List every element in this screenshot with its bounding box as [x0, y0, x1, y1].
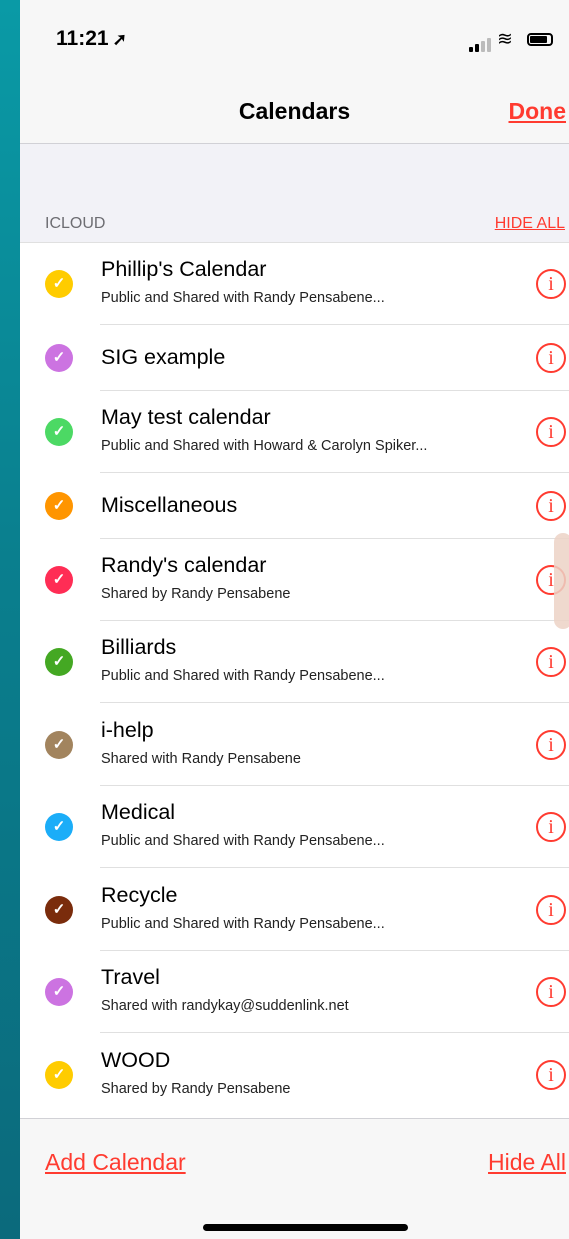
- calendar-row[interactable]: ✓ May test calendar Public and Shared with…: [20, 391, 569, 473]
- navigation-bar: Calendars Done: [20, 84, 569, 144]
- calendar-name: WOOD: [101, 1048, 171, 1072]
- signal-icon: [469, 34, 493, 52]
- wifi-icon: ≋: [497, 29, 513, 50]
- calendar-name: SIG example: [101, 345, 226, 369]
- calendar-name: Randy's calendar: [101, 553, 267, 577]
- calendar-name: May test calendar: [101, 405, 271, 429]
- checkmark-icon[interactable]: ✓: [45, 566, 73, 594]
- finger-touch-overlay: [554, 533, 569, 629]
- hide-all-section-button[interactable]: HIDE ALL: [495, 215, 565, 233]
- icloud-section-header: ICLOUD HIDE ALL: [20, 200, 569, 242]
- calendars-screen: 11:21 ➚ ≋ Calendars Done ICLOUD HIDE ALL …: [20, 0, 569, 1239]
- info-icon[interactable]: i: [536, 977, 566, 1007]
- info-icon[interactable]: i: [536, 647, 566, 677]
- info-icon[interactable]: i: [536, 812, 566, 842]
- status-time: 11:21 ➚: [56, 27, 127, 51]
- calendar-subtitle: Public and Shared with Randy Pensabene..…: [101, 290, 385, 306]
- calendar-name: Phillip's Calendar: [101, 257, 267, 281]
- calendar-row[interactable]: ✓ i-help Shared with Randy Pensabene i: [20, 704, 569, 786]
- info-icon[interactable]: i: [536, 895, 566, 925]
- calendar-row[interactable]: ✓ Miscellaneous i: [20, 473, 569, 539]
- calendar-row[interactable]: ✓ Phillip's Calendar Public and Shared wit…: [20, 243, 569, 325]
- checkmark-icon[interactable]: ✓: [45, 813, 73, 841]
- done-button[interactable]: Done: [509, 98, 567, 125]
- info-icon[interactable]: i: [536, 343, 566, 373]
- checkmark-icon[interactable]: ✓: [45, 418, 73, 446]
- battery-icon: [527, 33, 553, 46]
- section-label: ICLOUD: [45, 215, 106, 232]
- checkmark-icon[interactable]: ✓: [45, 648, 73, 676]
- info-icon[interactable]: i: [536, 417, 566, 447]
- calendar-subtitle: Public and Shared with Randy Pensabene..…: [101, 916, 385, 932]
- info-icon[interactable]: i: [536, 730, 566, 760]
- calendar-row[interactable]: ✓ Travel Shared with randykay@suddenlink.n…: [20, 951, 569, 1033]
- calendar-row[interactable]: ✓ WOOD Shared by Randy Pensabene i: [20, 1034, 569, 1116]
- checkmark-icon[interactable]: ✓: [45, 492, 73, 520]
- status-bar: 11:21 ➚ ≋: [20, 0, 569, 84]
- location-arrow-icon: ➚: [112, 30, 127, 49]
- calendar-subtitle: Shared by Randy Pensabene: [101, 1081, 291, 1097]
- checkmark-icon[interactable]: ✓: [45, 731, 73, 759]
- calendar-name: Recycle: [101, 883, 178, 907]
- calendar-subtitle: Public and Shared with Howard & Carolyn …: [101, 438, 428, 454]
- calendar-name: Travel: [101, 965, 160, 989]
- info-icon[interactable]: i: [536, 491, 566, 521]
- add-calendar-button[interactable]: Add Calendar: [45, 1149, 186, 1176]
- checkmark-icon[interactable]: ✓: [45, 978, 73, 1006]
- calendar-name: i-help: [101, 718, 154, 742]
- calendar-name: Miscellaneous: [101, 493, 238, 517]
- calendar-row[interactable]: ✓ SIG example i: [20, 325, 569, 391]
- calendar-row[interactable]: ✓ Billiards Public and Shared with Randy P…: [20, 621, 569, 703]
- status-indicators: ≋: [469, 29, 569, 52]
- calendar-subtitle: Shared by Randy Pensabene: [101, 586, 291, 602]
- calendar-name: Medical: [101, 800, 176, 824]
- bottom-toolbar: Add Calendar Hide All: [20, 1118, 569, 1239]
- calendar-subtitle: Shared with Randy Pensabene: [101, 751, 301, 767]
- checkmark-icon[interactable]: ✓: [45, 1061, 73, 1089]
- row-divider: [100, 702, 569, 703]
- calendar-row[interactable]: ✓ Medical Public and Shared with Randy Pen…: [20, 786, 569, 868]
- page-title: Calendars: [238, 98, 351, 124]
- home-indicator[interactable]: [203, 1224, 408, 1231]
- calendar-row[interactable]: ✓ Recycle Public and Shared with Randy Pen…: [20, 869, 569, 951]
- info-icon[interactable]: i: [536, 1060, 566, 1090]
- calendar-row[interactable]: ✓ Randy's calendar Shared by Randy Pensabe…: [20, 539, 569, 621]
- calendar-list: ✓ Phillip's Calendar Public and Shared wit…: [20, 242, 569, 1118]
- checkmark-icon[interactable]: ✓: [45, 270, 73, 298]
- row-divider: [100, 1032, 569, 1033]
- calendar-subtitle: Public and Shared with Randy Pensabene..…: [101, 833, 385, 849]
- checkmark-icon[interactable]: ✓: [45, 896, 73, 924]
- calendar-subtitle: Shared with randykay@suddenlink.net: [101, 998, 349, 1014]
- calendar-subtitle: Public and Shared with Randy Pensabene..…: [101, 668, 385, 684]
- hide-all-button[interactable]: Hide All: [488, 1149, 566, 1176]
- row-divider: [100, 867, 569, 868]
- info-icon[interactable]: i: [536, 269, 566, 299]
- calendar-name: Billiards: [101, 635, 177, 659]
- checkmark-icon[interactable]: ✓: [45, 344, 73, 372]
- time-text: 11:21: [56, 27, 109, 50]
